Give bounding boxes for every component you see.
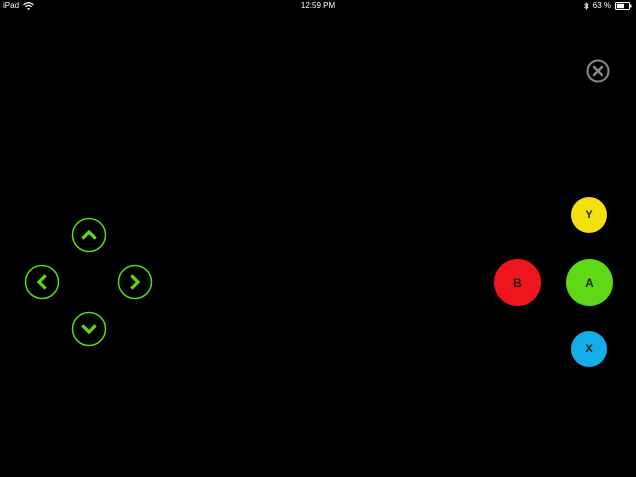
- status-bar: iPad 12:59 PM 63 %: [0, 0, 636, 12]
- status-time: 12:59 PM: [300, 1, 336, 10]
- chevron-left-icon: [24, 264, 60, 300]
- bluetooth-icon: [583, 2, 589, 10]
- battery-icon: [615, 2, 632, 10]
- a-button[interactable]: A: [566, 259, 613, 306]
- y-button[interactable]: Y: [571, 197, 607, 233]
- status-right: 63 %: [583, 0, 632, 12]
- battery-percent: 63 %: [592, 1, 611, 10]
- x-button-label: X: [585, 343, 593, 355]
- y-button-label: Y: [585, 209, 593, 221]
- chevron-down-icon: [71, 311, 107, 347]
- chevron-up-icon: [71, 217, 107, 253]
- dpad-right-button[interactable]: [117, 264, 153, 300]
- dpad-down-button[interactable]: [71, 311, 107, 347]
- chevron-right-icon: [117, 264, 153, 300]
- close-button[interactable]: [586, 59, 610, 83]
- close-icon: [586, 59, 610, 83]
- a-button-label: A: [585, 275, 594, 290]
- dpad-left-button[interactable]: [24, 264, 60, 300]
- dpad-up-button[interactable]: [71, 217, 107, 253]
- b-button[interactable]: B: [494, 259, 541, 306]
- b-button-label: B: [513, 275, 522, 290]
- x-button[interactable]: X: [571, 331, 607, 367]
